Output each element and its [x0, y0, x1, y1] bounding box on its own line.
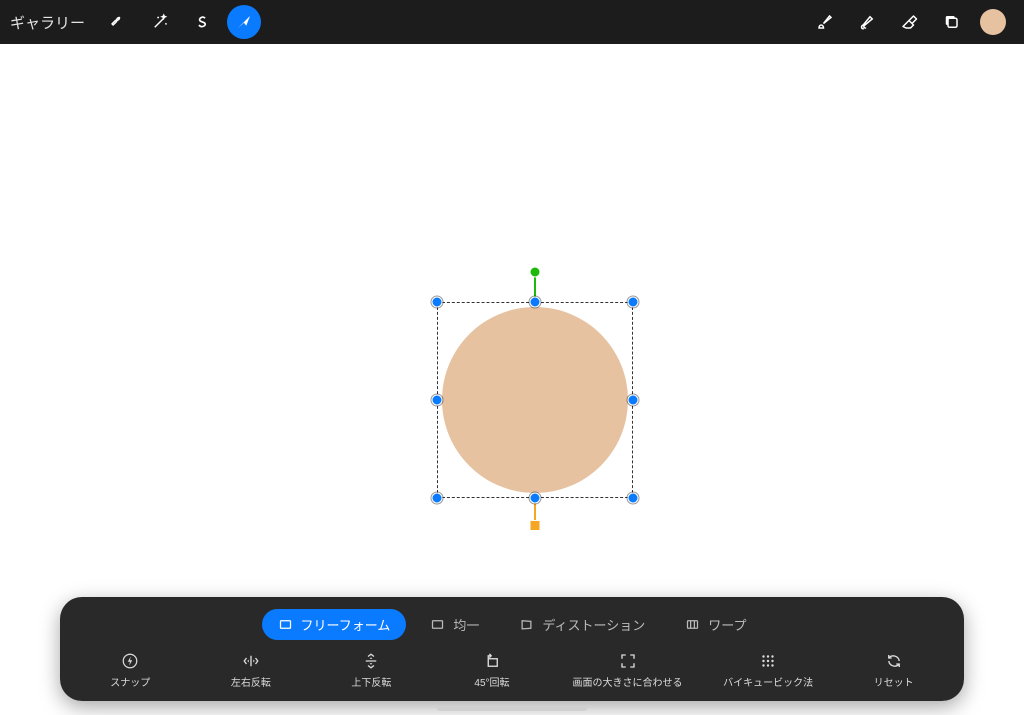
mode-label: フリーフォーム — [301, 615, 391, 634]
mode-label: ディストーション — [542, 615, 645, 634]
handle-top-middle[interactable] — [530, 297, 541, 308]
rect-icon — [519, 617, 534, 632]
handle-top-right[interactable] — [628, 297, 639, 308]
layers-icon[interactable] — [934, 5, 968, 39]
handle-bottom-right[interactable] — [628, 493, 639, 504]
home-indicator — [437, 706, 587, 711]
action-bicubic[interactable]: バイキュービック法 — [723, 652, 813, 689]
reset-icon — [885, 652, 903, 670]
fit-icon — [619, 652, 637, 670]
mode-distortion[interactable]: ディストーション — [503, 609, 661, 640]
action-label: 上下反転 — [351, 674, 391, 689]
handle-top-left[interactable] — [432, 297, 443, 308]
transform-mode-row: フリーフォーム 均一 ディストーション ワープ — [60, 597, 964, 646]
selection-bounding-box[interactable] — [437, 302, 633, 498]
handle-bottom-left[interactable] — [432, 493, 443, 504]
transform-actions-row: スナップ 左右反転 上下反転 45°回転 画面の大きさに合わせる バイキュービッ… — [60, 646, 964, 689]
grid-dots-icon — [759, 652, 777, 670]
anchor-handle[interactable] — [530, 520, 541, 531]
rect-icon — [278, 617, 293, 632]
mode-uniform[interactable]: 均一 — [414, 609, 495, 640]
action-label: 左右反転 — [231, 674, 271, 689]
gallery-button[interactable]: ギャラリー — [10, 12, 85, 33]
handle-bottom-middle[interactable] — [530, 493, 541, 504]
flip-h-icon — [242, 652, 260, 670]
action-reset[interactable]: リセット — [854, 652, 934, 689]
mode-label: 均一 — [453, 615, 479, 634]
handle-middle-left[interactable] — [432, 395, 443, 406]
top-toolbar: ギャラリー — [0, 0, 1024, 44]
wrench-icon[interactable] — [101, 5, 135, 39]
action-label: バイキュービック法 — [723, 674, 813, 689]
smudge-icon[interactable] — [850, 5, 884, 39]
selection-outline — [437, 302, 633, 498]
action-label: スナップ — [110, 674, 150, 689]
flip-v-icon — [362, 652, 380, 670]
mode-warp[interactable]: ワープ — [669, 609, 762, 640]
action-rotate-45[interactable]: 45°回転 — [452, 652, 532, 689]
rect-icon — [430, 617, 445, 632]
mode-label: ワープ — [708, 615, 746, 634]
action-fit-to-screen[interactable]: 画面の大きさに合わせる — [573, 652, 683, 689]
action-flip-vertical[interactable]: 上下反転 — [331, 652, 411, 689]
action-snap[interactable]: スナップ — [90, 652, 170, 689]
rotate-45-icon — [483, 652, 501, 670]
handle-middle-right[interactable] — [628, 395, 639, 406]
wand-icon[interactable] — [143, 5, 177, 39]
rotate-handle[interactable] — [530, 267, 541, 278]
action-label: リセット — [874, 674, 914, 689]
action-label: 画面の大きさに合わせる — [573, 674, 683, 689]
color-swatch[interactable] — [976, 5, 1010, 39]
select-s-icon[interactable] — [185, 5, 219, 39]
bolt-icon — [121, 652, 139, 670]
action-label: 45°回転 — [474, 674, 509, 689]
brush-icon[interactable] — [808, 5, 842, 39]
mode-freeform[interactable]: フリーフォーム — [262, 609, 407, 640]
action-flip-horizontal[interactable]: 左右反転 — [211, 652, 291, 689]
transform-panel: フリーフォーム 均一 ディストーション ワープ スナップ 左右反転 上下反転 — [60, 597, 964, 701]
rect-icon — [685, 617, 700, 632]
transform-arrow-icon[interactable] — [227, 5, 261, 39]
eraser-icon[interactable] — [892, 5, 926, 39]
